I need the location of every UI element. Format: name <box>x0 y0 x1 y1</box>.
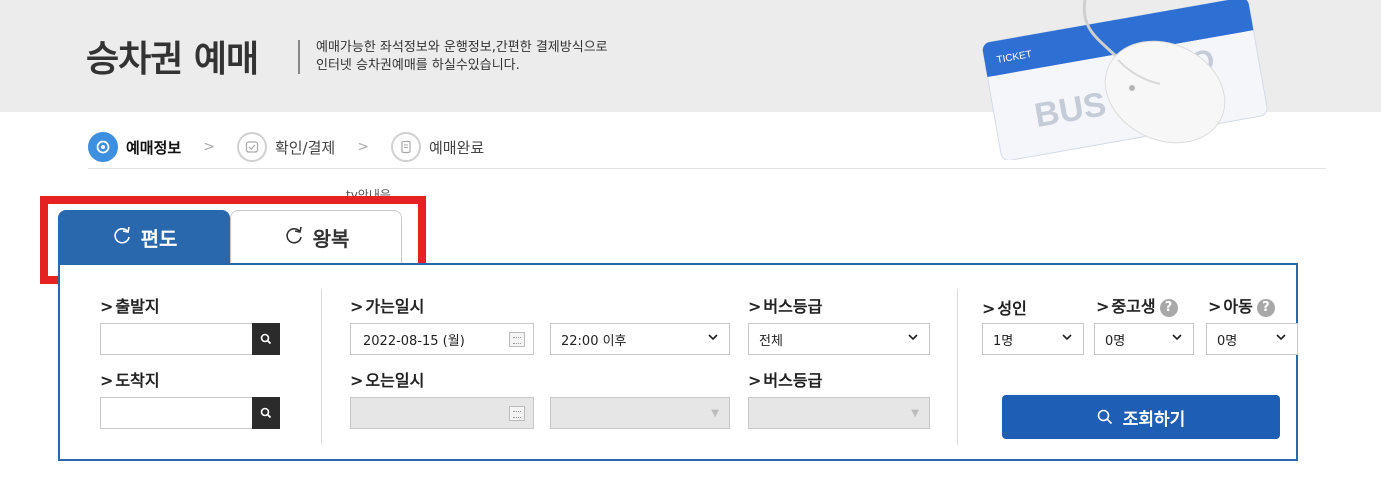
page-subtitle: 예매가능한 좌석정보와 운행정보,간편한 결제방식으로 인터넷 승차권예매를 하… <box>316 39 608 75</box>
departure-label: > 출발지 <box>100 297 160 316</box>
step-booking-info: 예매정보 <box>88 132 181 162</box>
chevron-right-icon: > <box>357 139 369 155</box>
arrival-input[interactable] <box>100 397 280 429</box>
column-divider <box>321 289 322 445</box>
steps-divider <box>88 168 1326 169</box>
subtitle-line-2: 인터넷 승차권예매를 하실수있습니다. <box>316 58 520 73</box>
student-count-select[interactable]: 0명 <box>1094 323 1194 355</box>
step-label: 확인/결제 <box>274 138 336 157</box>
child-label: > 아동? <box>1208 293 1275 317</box>
booking-steps: 예매정보 > 확인/결제 > 예매완료 <box>88 130 484 164</box>
chevron-down-icon <box>707 331 719 347</box>
chevron-down-icon <box>1171 331 1183 347</box>
help-icon[interactable]: ? <box>1256 299 1275 317</box>
go-time-select[interactable]: 22:00 이후 <box>550 323 730 355</box>
ticket-mouse-illustration: TICKET BUS AGO <box>982 0 1268 160</box>
child-count-value: 0명 <box>1217 333 1238 349</box>
child-count-select[interactable]: 0명 <box>1206 323 1298 355</box>
go-time-value: 22:00 이후 <box>561 333 627 349</box>
step-label: 예매완료 <box>428 138 485 157</box>
bus-grade-label: > 버스등급 <box>748 297 823 316</box>
departure-input[interactable] <box>100 323 280 355</box>
adult-count-value: 1명 <box>993 333 1014 349</box>
title-divider <box>298 40 300 74</box>
tv-guide-note[interactable]: tv안내음 <box>346 186 391 196</box>
calendar-icon <box>509 406 525 421</box>
step-label: 예매정보 <box>126 138 182 157</box>
search-form-panel: > 출발지 > 도착지 > 가는일시 2022-08-15 (월) 22:00 이후 … <box>58 263 1298 461</box>
bus-grade-select[interactable]: 전체 <box>748 323 930 355</box>
go-date-field[interactable]: 2022-08-15 (월) <box>350 323 534 355</box>
student-label: > 중고생? <box>1096 293 1178 317</box>
return-time-select[interactable]: ▼ <box>550 397 730 429</box>
query-button[interactable]: 조회하기 <box>1002 395 1280 439</box>
go-date-label: > 가는일시 <box>350 297 425 316</box>
chevron-down-icon <box>1275 331 1287 347</box>
return-date-field[interactable] <box>350 397 534 429</box>
document-icon <box>390 132 421 162</box>
calendar-icon[interactable] <box>509 332 525 347</box>
bus-grade-value: 전체 <box>759 333 783 349</box>
bus-grade-label-2: > 버스등급 <box>748 371 823 390</box>
chevron-down-icon: ▼ <box>911 408 919 419</box>
query-button-label: 조회하기 <box>1122 409 1186 430</box>
step-complete: 예매완료 <box>390 132 485 162</box>
help-icon[interactable]: ? <box>1159 299 1178 317</box>
column-divider <box>957 289 958 445</box>
adult-label: > 성인 <box>982 299 1027 318</box>
step-confirm-pay: 확인/결제 <box>236 132 336 162</box>
adult-count-select[interactable]: 1명 <box>982 323 1084 355</box>
search-icon[interactable] <box>252 397 280 429</box>
location-pin-icon <box>88 132 118 162</box>
chevron-down-icon <box>1061 331 1073 347</box>
check-icon <box>236 132 267 162</box>
chevron-right-icon: > <box>203 139 215 155</box>
return-bus-grade-select[interactable]: ▼ <box>748 397 930 429</box>
chevron-down-icon <box>907 331 919 347</box>
return-date-label: > 오는일시 <box>350 371 425 390</box>
subtitle-line-1: 예매가능한 좌석정보와 운행정보,간편한 결제방식으로 <box>316 40 608 55</box>
student-count-value: 0명 <box>1105 333 1126 349</box>
go-date-value: 2022-08-15 (월) <box>363 333 465 349</box>
search-icon[interactable] <box>252 323 280 355</box>
page-title: 승차권 예매 <box>86 39 259 80</box>
chevron-down-icon: ▼ <box>711 408 719 419</box>
search-icon <box>1097 409 1113 425</box>
arrival-label: > 도착지 <box>100 371 160 390</box>
